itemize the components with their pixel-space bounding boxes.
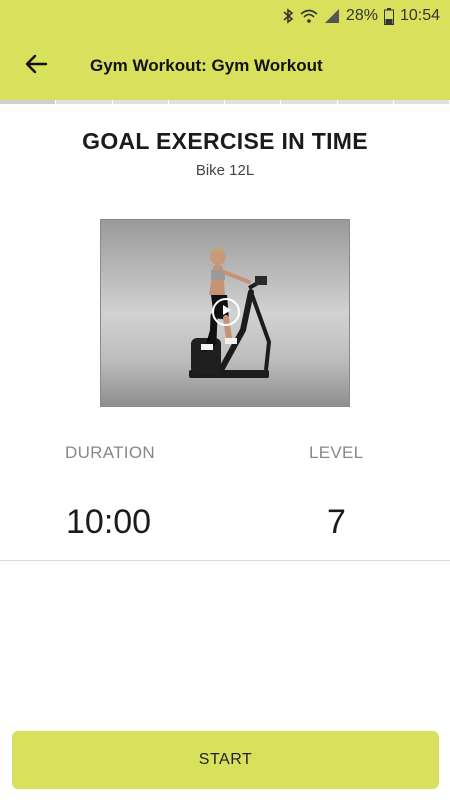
progress-segment	[281, 100, 338, 104]
duration-value: 10:00	[66, 503, 152, 541]
status-time: 10:54	[399, 7, 440, 24]
exercise-video-thumbnail[interactable]	[100, 219, 350, 407]
duration-label: DURATION	[65, 443, 155, 462]
level-label: LEVEL	[309, 443, 364, 462]
progress-segment	[112, 100, 169, 104]
progress-segment	[225, 100, 282, 104]
divider	[0, 560, 450, 561]
play-icon	[220, 303, 232, 321]
exercise-heading: GOAL EXERCISE IN TIME	[82, 128, 368, 154]
app-bar: Gym Workout: Gym Workout	[0, 32, 450, 100]
progress-segment	[337, 100, 394, 104]
start-button[interactable]: START	[12, 731, 439, 789]
page-title: Gym Workout: Gym Workout	[90, 56, 323, 75]
play-button[interactable]	[212, 298, 240, 326]
wifi-icon	[300, 8, 318, 24]
battery-icon	[383, 7, 394, 25]
equipment-name: Bike 12L	[195, 162, 255, 179]
progress-segment	[168, 100, 225, 104]
arrow-left-icon	[24, 52, 48, 81]
progress-segment	[0, 100, 57, 104]
signal-icon	[324, 8, 340, 24]
battery-percent: 28%	[345, 7, 378, 24]
back-button[interactable]	[0, 32, 72, 100]
status-bar: 28% 10:54	[0, 0, 450, 32]
workout-progress-bar	[0, 100, 450, 106]
bluetooth-icon	[282, 8, 294, 24]
level-value: 7	[327, 503, 346, 541]
progress-segment	[393, 100, 450, 104]
progress-segment	[56, 100, 113, 104]
